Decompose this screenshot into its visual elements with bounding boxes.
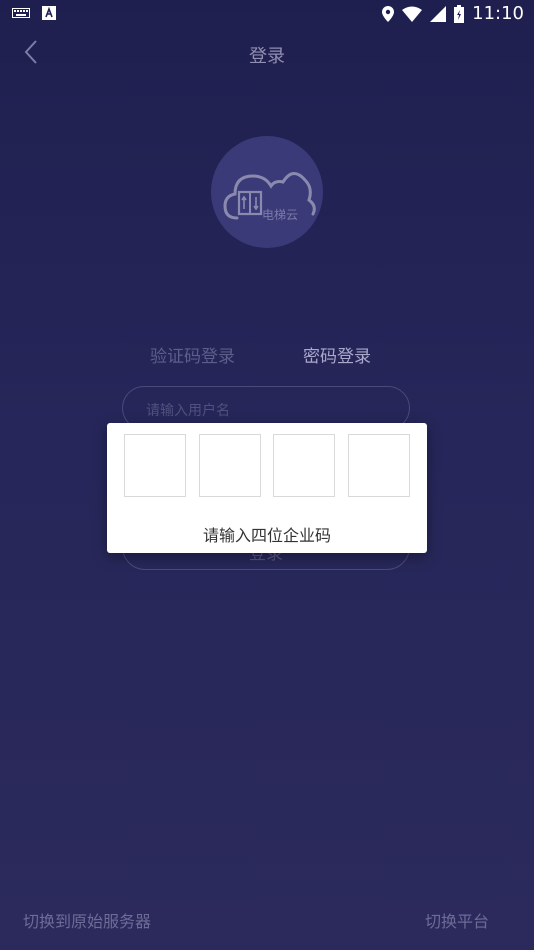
dialog-label: 请输入四位企业码 [202,526,331,545]
app-logo [211,136,323,248]
page-title: 登录 [249,46,285,67]
text-a-icon [42,6,56,20]
code-input-3[interactable] [273,434,335,497]
username-placeholder: 请输入用户名 [146,403,230,419]
code-input-4[interactable] [348,434,410,497]
tab-password-login[interactable]: 密码登录 [303,342,371,367]
status-icons-right: 11:10 [382,3,524,24]
status-bar: 11:10 [0,0,534,28]
logo-text: 电梯云 [262,208,299,222]
location-icon [382,5,395,22]
top-bar: 登录 [0,28,534,80]
switch-server-link[interactable]: 切换到原始服务器 [23,908,151,932]
code-input-1[interactable] [124,434,186,497]
wifi-icon [402,6,423,22]
status-time: 11:10 [472,3,524,24]
tab-sms-login[interactable]: 验证码登录 [150,342,235,367]
signal-icon [430,5,447,22]
status-icons-left [12,6,56,20]
login-tabs: 验证码登录 密码登录 [0,342,534,372]
enterprise-code-dialog: 请输入四位企业码 [107,423,427,553]
code-input-2[interactable] [199,434,261,497]
keyboard-icon [12,8,30,18]
battery-icon [454,4,465,23]
switch-platform-link[interactable]: 切换平台 [425,908,489,932]
